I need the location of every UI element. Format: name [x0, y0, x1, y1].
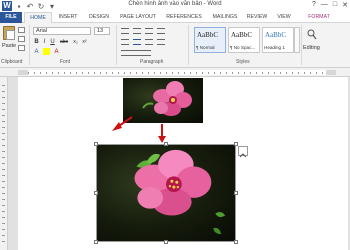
ruler-track [18, 70, 336, 75]
tab-view[interactable]: VIEW [272, 12, 296, 23]
group-divider [116, 25, 117, 65]
clipboard-group-label: Clipboard [1, 59, 23, 65]
numbering-icon[interactable] [133, 28, 141, 34]
tab-design[interactable]: DESIGN [84, 12, 114, 23]
group-divider [188, 25, 189, 65]
cut-icon[interactable] [18, 27, 25, 33]
strikethrough-button[interactable]: abc [58, 38, 70, 46]
shading-icon[interactable] [121, 50, 151, 56]
resize-handle-bottom-right[interactable] [234, 240, 238, 244]
subscript-button[interactable]: x₂ [71, 38, 80, 46]
tab-file[interactable]: FILE [0, 12, 22, 23]
resize-handle-bottom-left[interactable] [94, 240, 98, 244]
font-group-label: Font [60, 59, 71, 65]
ruler-left-margin [18, 70, 28, 75]
layout-options-icon [239, 153, 247, 158]
superscript-button[interactable]: x² [80, 38, 89, 46]
font-color-button[interactable]: A [53, 48, 60, 56]
layout-options-button[interactable] [238, 146, 248, 158]
style-no-spacing[interactable]: AaBbC ¶ No Spac... [228, 27, 260, 53]
title-bar: W ▪ ↶ ↻ ▾ Chèn hình ảnh vào văn bản - Wo… [0, 0, 350, 12]
multilevel-list-icon[interactable] [145, 28, 153, 34]
vertical-ruler[interactable] [0, 77, 8, 250]
style-normal[interactable]: AaBbC ¶ Normal [194, 27, 226, 53]
font-name-dropdown[interactable]: Arial [33, 27, 91, 35]
ribbon-tabs: FILE HOME INSERT DESIGN PAGE LAYOUT REFE… [0, 12, 350, 35]
resize-handle-bottom[interactable] [164, 240, 168, 244]
resize-handle-top-left[interactable] [94, 142, 98, 146]
style-name: ¶ No Spac... [230, 45, 256, 50]
paste-icon[interactable] [3, 26, 15, 40]
tab-review[interactable]: REVIEW [244, 12, 270, 23]
font-size-dropdown[interactable]: 13 [94, 27, 110, 35]
help-button[interactable]: ? [312, 1, 316, 9]
tab-insert[interactable]: INSERT [54, 12, 82, 23]
style-name: Heading 1 [264, 45, 285, 50]
italic-button[interactable]: I [41, 38, 48, 46]
tab-format[interactable]: FORMAT [300, 12, 338, 23]
tab-page-layout[interactable]: PAGE LAYOUT [116, 12, 160, 23]
ruler-right-margin [326, 70, 336, 75]
paste-button[interactable]: Paste [2, 43, 16, 49]
resize-handle-top[interactable] [164, 142, 168, 146]
style-sample: AaBbC [265, 31, 286, 39]
decrease-indent-icon[interactable] [157, 28, 165, 34]
resize-handle-right[interactable] [234, 191, 238, 195]
style-sample: AaBbC [197, 31, 218, 39]
styles-gallery-scroll[interactable] [294, 27, 300, 53]
ruler-ticks [2, 85, 5, 245]
editing-button[interactable]: Editing [303, 45, 320, 51]
flower-image-large[interactable] [96, 144, 236, 242]
close-button[interactable]: ✕ [342, 1, 348, 9]
ruler-ticks [28, 72, 326, 74]
bullets-icon[interactable] [121, 28, 129, 34]
bold-button[interactable]: B [33, 38, 40, 46]
group-divider [301, 25, 302, 65]
maximize-button[interactable]: □ [333, 1, 337, 9]
minimize-button[interactable]: — [321, 1, 328, 9]
document-title: Chèn hình ảnh vào văn bản - Word [128, 1, 222, 7]
horizontal-ruler[interactable] [0, 68, 350, 77]
highlight-icon[interactable] [43, 48, 50, 55]
justify-icon[interactable] [157, 39, 165, 45]
flower-image-small[interactable] [123, 78, 203, 123]
flower-photo [142, 81, 192, 116]
ribbon: Paste Clipboard Arial 13 B I U abc x₂ x²… [0, 23, 350, 68]
style-sample: AaBbC [231, 31, 252, 39]
copy-icon[interactable] [18, 36, 25, 42]
align-center-icon[interactable] [133, 39, 141, 45]
flower-photo [134, 149, 226, 235]
window-controls: ? — □ ✕ [312, 1, 348, 9]
style-name: ¶ Normal [196, 45, 215, 50]
paragraph-group-label: Paragraph [140, 59, 164, 65]
resize-handle-left[interactable] [94, 191, 98, 195]
style-heading-1[interactable]: AaBbC Heading 1 [262, 27, 294, 53]
underline-button[interactable]: U [49, 38, 56, 46]
align-right-icon[interactable] [145, 39, 153, 45]
group-divider [29, 25, 30, 65]
align-left-icon[interactable] [121, 39, 129, 45]
find-icon[interactable] [307, 29, 317, 41]
text-effects-button[interactable]: A [33, 48, 40, 56]
format-painter-icon[interactable] [18, 45, 25, 51]
tab-references[interactable]: REFERENCES [162, 12, 206, 23]
tab-mailings[interactable]: MAILINGS [208, 12, 242, 23]
styles-group-label: Styles [236, 59, 250, 65]
